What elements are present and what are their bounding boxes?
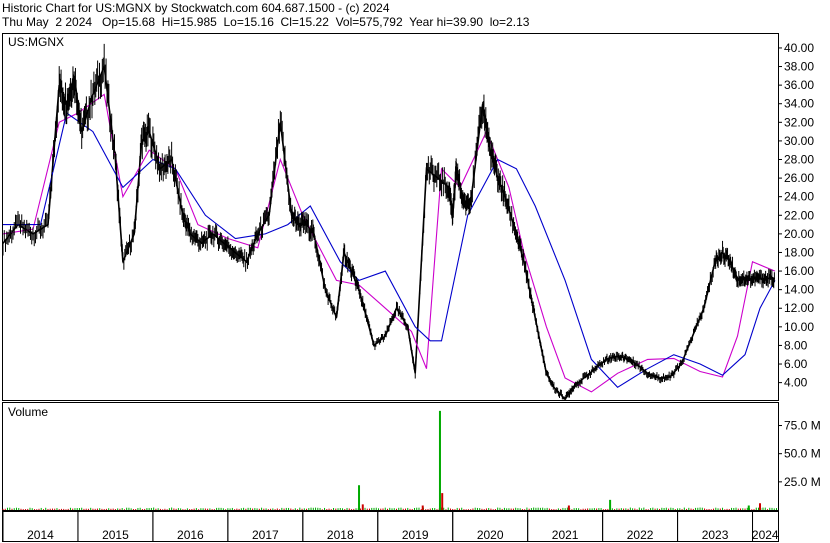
price-y-tick-label: 40.00	[784, 41, 814, 55]
price-y-tick-label: 22.00	[784, 208, 814, 222]
x-tick-label: 2021	[552, 528, 579, 542]
x-tick-label: 2018	[327, 528, 354, 542]
x-tick-label: 2022	[627, 528, 654, 542]
price-y-tick-label: 8.00	[784, 338, 808, 352]
price-y-tick-label: 4.00	[784, 376, 808, 390]
price-y-tick-label: 18.00	[784, 245, 814, 259]
volume-y-tick-label: 25.0 M	[784, 475, 821, 489]
price-y-tick-label: 30.00	[784, 134, 814, 148]
x-tick-label: 2015	[102, 528, 129, 542]
price-y-tick-label: 14.00	[784, 283, 814, 297]
series-price	[2, 66, 775, 401]
price-y-tick-label: 32.00	[784, 115, 814, 129]
price-y-tick-label: 16.00	[784, 264, 814, 278]
price-y-tick-label: 20.00	[784, 227, 814, 241]
x-tick-label: 2014	[27, 528, 54, 542]
x-tick-label: 2019	[402, 528, 429, 542]
price-y-tick-label: 34.00	[784, 97, 814, 111]
price-y-tick-label: 10.00	[784, 320, 814, 334]
volume-y-tick-label: 50.0 M	[784, 447, 821, 461]
x-tick-label: 2016	[177, 528, 204, 542]
price-y-tick-label: 28.00	[784, 153, 814, 167]
series-long_ma	[3, 112, 776, 389]
x-tick-label: 2020	[477, 528, 504, 542]
price-y-tick-label: 24.00	[784, 190, 814, 204]
price-y-tick-label: 6.00	[784, 357, 808, 371]
price-y-tick-label: 38.00	[784, 60, 814, 74]
volume-y-tick-label: 75.0 M	[784, 419, 821, 433]
series-short_ma	[2, 93, 776, 393]
x-tick-label: 2023	[702, 528, 729, 542]
x-tick-label: 2024	[752, 528, 779, 542]
price-y-tick-label: 36.00	[784, 78, 814, 92]
chart-canvas: 4.00 6.00 8.00 10.00 12.00 14.00 16.00 18.00 20.…	[2, 41, 821, 542]
x-tick-label: 2017	[252, 528, 279, 542]
price-y-tick-label: 12.00	[784, 301, 814, 315]
price-y-tick-label: 26.00	[784, 171, 814, 185]
